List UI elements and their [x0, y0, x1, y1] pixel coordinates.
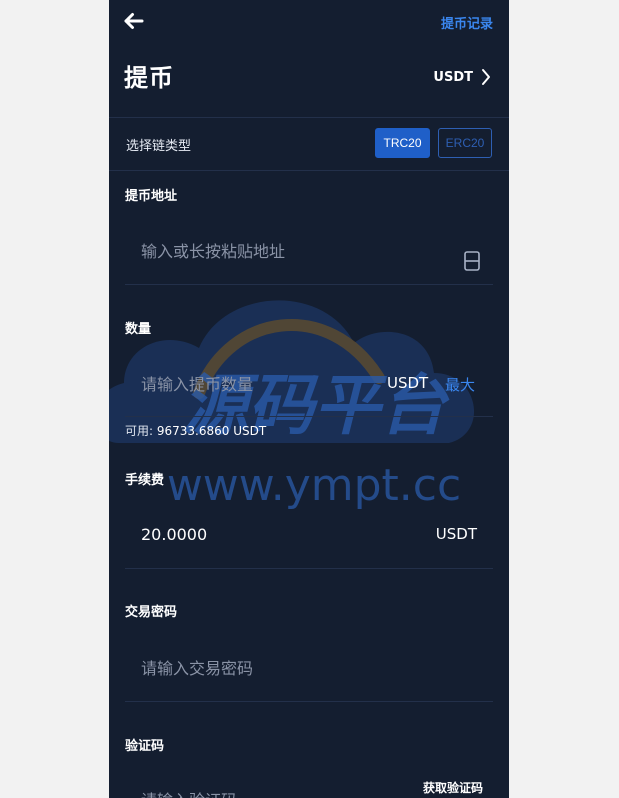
coin-selector[interactable]: USDT [433, 66, 491, 88]
watermark-logo: 源码平台 www.ympt.cc [109, 300, 474, 511]
divider [109, 117, 509, 118]
fee-label: 手续费 [125, 473, 165, 488]
withdraw-screen: 提币记录 提币 USDT 选择链类型 TRC20 ERC20 源码平台 www.… [109, 0, 509, 798]
back-arrow-icon[interactable] [123, 10, 145, 32]
chevron-right-icon [482, 69, 490, 85]
coin-name: USDT [433, 69, 473, 85]
available-value: 96733.6860 USDT [156, 424, 267, 438]
get-code-button[interactable]: 获取验证码 [423, 779, 483, 796]
divider [109, 170, 509, 171]
scan-icon[interactable] [463, 250, 481, 272]
page-title: 提币 [124, 64, 174, 92]
available-label: 可用: [125, 424, 154, 438]
password-label: 交易密码 [125, 605, 178, 620]
available-balance: 可用: 96733.6860 USDT [125, 422, 266, 439]
password-input[interactable] [141, 657, 461, 679]
chain-option-erc20[interactable]: ERC20 [438, 128, 492, 158]
chain-option-trc20[interactable]: TRC20 [375, 128, 430, 158]
amount-unit: USDT [387, 374, 429, 392]
fee-value: 20.0000 [141, 525, 208, 544]
amount-label: 数量 [125, 322, 152, 337]
divider [125, 284, 493, 285]
max-amount-button[interactable]: 最大 [445, 374, 475, 395]
address-label: 提币地址 [125, 189, 178, 204]
divider [125, 568, 493, 569]
withdraw-history-link[interactable]: 提币记录 [441, 13, 493, 32]
amount-input[interactable] [141, 373, 371, 395]
chain-type-label: 选择链类型 [126, 139, 192, 154]
divider [125, 416, 493, 417]
watermark-url: www.ympt.cc [167, 460, 461, 511]
divider [125, 701, 493, 702]
fee-unit: USDT [435, 525, 477, 543]
verify-code-input[interactable] [141, 789, 381, 798]
address-input[interactable] [141, 240, 441, 262]
verify-code-label: 验证码 [125, 739, 165, 754]
